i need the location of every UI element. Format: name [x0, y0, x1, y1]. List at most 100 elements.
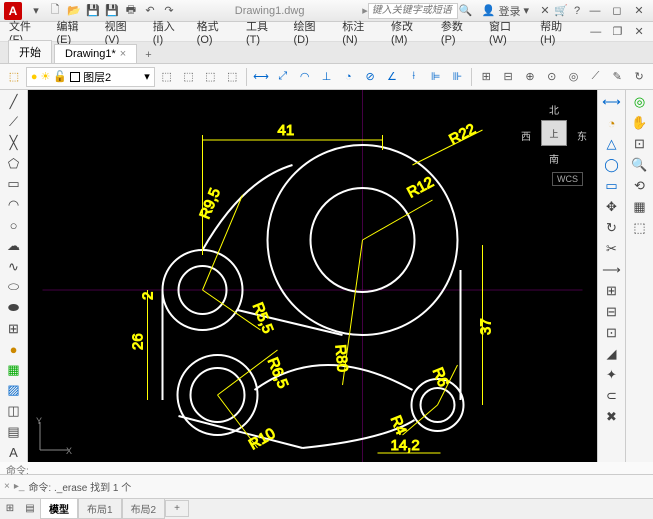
menu-tools[interactable]: 工具(T) — [241, 16, 287, 48]
hatch-tool[interactable]: ▦ — [3, 360, 25, 380]
ellipse-arc-tool[interactable]: ⬬ — [3, 298, 25, 318]
layer-prev-icon[interactable]: ⬚ — [200, 67, 220, 87]
rotate-tool[interactable]: ↻ — [601, 218, 623, 238]
ellipse-tool[interactable]: ⬭ — [3, 277, 25, 297]
dim-baseline-icon[interactable]: ⊫ — [426, 67, 446, 87]
dim-jog-icon[interactable]: ⟋ — [586, 67, 606, 87]
cmd-close-icon[interactable]: × — [4, 481, 10, 492]
dim-update-icon[interactable]: ↻ — [629, 67, 649, 87]
polygon-tool[interactable]: ⬠ — [3, 154, 25, 174]
command-line[interactable]: × ▸_ 命令: ._erase 找到 1 个 — [0, 474, 653, 498]
dim-diameter-icon[interactable]: ⊘ — [360, 67, 380, 87]
close-icon[interactable]: × — [120, 48, 126, 60]
menu-format[interactable]: 格式(O) — [192, 16, 239, 48]
text-tool[interactable]: A — [3, 442, 25, 462]
region-tool[interactable]: ◫ — [3, 401, 25, 421]
dim-space-icon[interactable]: ⊞ — [476, 67, 496, 87]
grid-tool[interactable]: ⊞ — [601, 281, 623, 301]
rectangle-tool[interactable]: ▭ — [3, 174, 25, 194]
tab-start[interactable]: 开始 — [8, 40, 52, 63]
dim-linear-icon[interactable]: ⟷ — [251, 67, 271, 87]
viewcube-top-face[interactable]: 上 — [541, 120, 567, 146]
center-mark-icon[interactable]: ⊙ — [542, 67, 562, 87]
wcs-label[interactable]: WCS — [552, 172, 583, 186]
menu-view[interactable]: 视图(V) — [100, 16, 146, 48]
dim-aligned-icon[interactable]: ⤢ — [273, 67, 293, 87]
steering-wheel-icon[interactable]: ◎ — [629, 92, 651, 112]
maximize-button[interactable]: ◻ — [607, 3, 627, 19]
dim-arc-icon[interactable]: ◠ — [295, 67, 315, 87]
revcloud-tool[interactable]: ☁ — [3, 236, 25, 256]
block-tool[interactable]: ⊞ — [3, 319, 25, 339]
model-grid-icon[interactable]: ⊞ — [0, 499, 20, 519]
view-cube[interactable]: 北 西 东 南 上 — [519, 98, 589, 168]
menu-edit[interactable]: 编辑(E) — [52, 16, 98, 48]
layout1-tab[interactable]: 布局1 — [78, 498, 122, 519]
inspect-icon[interactable]: ◎ — [564, 67, 584, 87]
join-tool[interactable]: ⊂ — [601, 386, 623, 406]
modify-toolbar: ⟷ ◔ △ ◯ ▭ ✥ ↻ ✂ ⟶ ⊞ ⊟ ⊡ ◢ ✦ ⊂ ✖ — [597, 90, 625, 462]
menu-help[interactable]: 帮助(H) — [535, 16, 582, 48]
arc-tool-icon[interactable]: △ — [601, 134, 623, 154]
model-layout-icon[interactable]: ▤ — [20, 499, 40, 519]
layer-selector[interactable]: ● ☀ 🔓 图层2 ▾ — [26, 67, 155, 87]
draw-toolbar: ╱ ⟋ ╳ ⬠ ▭ ◠ ○ ☁ ∿ ⬭ ⬬ ⊞ ● ▦ ▨ ◫ ▤ A — [0, 90, 28, 462]
line-tool[interactable]: ╱ — [3, 92, 25, 112]
dim-edit-icon[interactable]: ✎ — [607, 67, 627, 87]
move-tool[interactable]: ✥ — [601, 197, 623, 217]
dim-ordinate-icon[interactable]: ⊥ — [317, 67, 337, 87]
menu-draw[interactable]: 绘图(D) — [289, 16, 336, 48]
showhide-tool[interactable]: ▦ — [629, 197, 651, 217]
array-tool[interactable]: ⊟ — [601, 302, 623, 322]
extend-tool[interactable]: ⟶ — [601, 260, 623, 280]
xline-tool[interactable]: ╳ — [3, 133, 25, 153]
tab-drawing1[interactable]: Drawing1*× — [54, 44, 137, 63]
spline-tool[interactable]: ∿ — [3, 257, 25, 277]
doc-minimize-button[interactable]: — — [586, 24, 606, 40]
gradient-tool[interactable]: ▨ — [3, 381, 25, 401]
doc-restore-button[interactable]: ❐ — [608, 24, 628, 40]
close-button[interactable]: ✕ — [629, 3, 649, 19]
zoom-extents-tool[interactable]: ⊡ — [629, 134, 651, 154]
menu-modify[interactable]: 修改(M) — [386, 16, 434, 48]
fillet-tool[interactable]: ◢ — [601, 344, 623, 364]
dim-continue-icon[interactable]: ⊪ — [448, 67, 468, 87]
add-layout-button[interactable]: + — [165, 500, 189, 517]
erase-tool[interactable]: ✖ — [601, 407, 623, 427]
explode-tool[interactable]: ✦ — [601, 365, 623, 385]
layer-iso-icon[interactable]: ⬚ — [222, 67, 242, 87]
doc-close-button[interactable]: ✕ — [629, 24, 649, 40]
menu-insert[interactable]: 插入(I) — [148, 16, 190, 48]
layout2-tab[interactable]: 布局2 — [122, 498, 166, 519]
layer-states-icon[interactable]: ⬚ — [157, 67, 177, 87]
add-tab-button[interactable]: + — [139, 47, 157, 63]
rect-snap-icon[interactable]: ▭ — [601, 176, 623, 196]
orbit-tool[interactable]: ⟲ — [629, 176, 651, 196]
table-tool[interactable]: ▤ — [3, 422, 25, 442]
dim-radius-icon[interactable]: ◔ — [338, 67, 358, 87]
minimize-button[interactable]: — — [585, 3, 605, 19]
pan-tool[interactable]: ✋ — [629, 113, 651, 133]
layer-props-icon[interactable]: ⬚ — [4, 67, 24, 87]
trim-tool[interactable]: ✂ — [601, 239, 623, 259]
point-tool[interactable]: ● — [3, 339, 25, 359]
arc-tool[interactable]: ◠ — [3, 195, 25, 215]
tolerance-icon[interactable]: ⊕ — [520, 67, 540, 87]
dim-quick-icon[interactable]: ⟊ — [404, 67, 424, 87]
drawing-canvas[interactable]: 41 R22 R12 R9,5 R5,5 R80 26 2 37 R6,5 R — [28, 90, 597, 462]
dim-linear-icon[interactable]: ⟷ — [601, 92, 623, 112]
dim-angular-icon[interactable]: ∠ — [382, 67, 402, 87]
polyline-tool[interactable]: ⟋ — [3, 113, 25, 133]
dim-break-icon[interactable]: ⊟ — [498, 67, 518, 87]
menu-window[interactable]: 窗口(W) — [484, 16, 533, 48]
dim-radius-icon[interactable]: ◔ — [601, 113, 623, 133]
zoom-tool[interactable]: 🔍 — [629, 155, 651, 175]
model-tab[interactable]: 模型 — [40, 498, 78, 519]
circle-snap-icon[interactable]: ◯ — [601, 155, 623, 175]
menu-dimension[interactable]: 标注(N) — [337, 16, 384, 48]
mirror-tool[interactable]: ⊡ — [601, 323, 623, 343]
menu-parametric[interactable]: 参数(P) — [436, 16, 482, 48]
circle-tool[interactable]: ○ — [3, 216, 25, 236]
select-tool[interactable]: ⬚ — [629, 218, 651, 238]
layer-match-icon[interactable]: ⬚ — [179, 67, 199, 87]
